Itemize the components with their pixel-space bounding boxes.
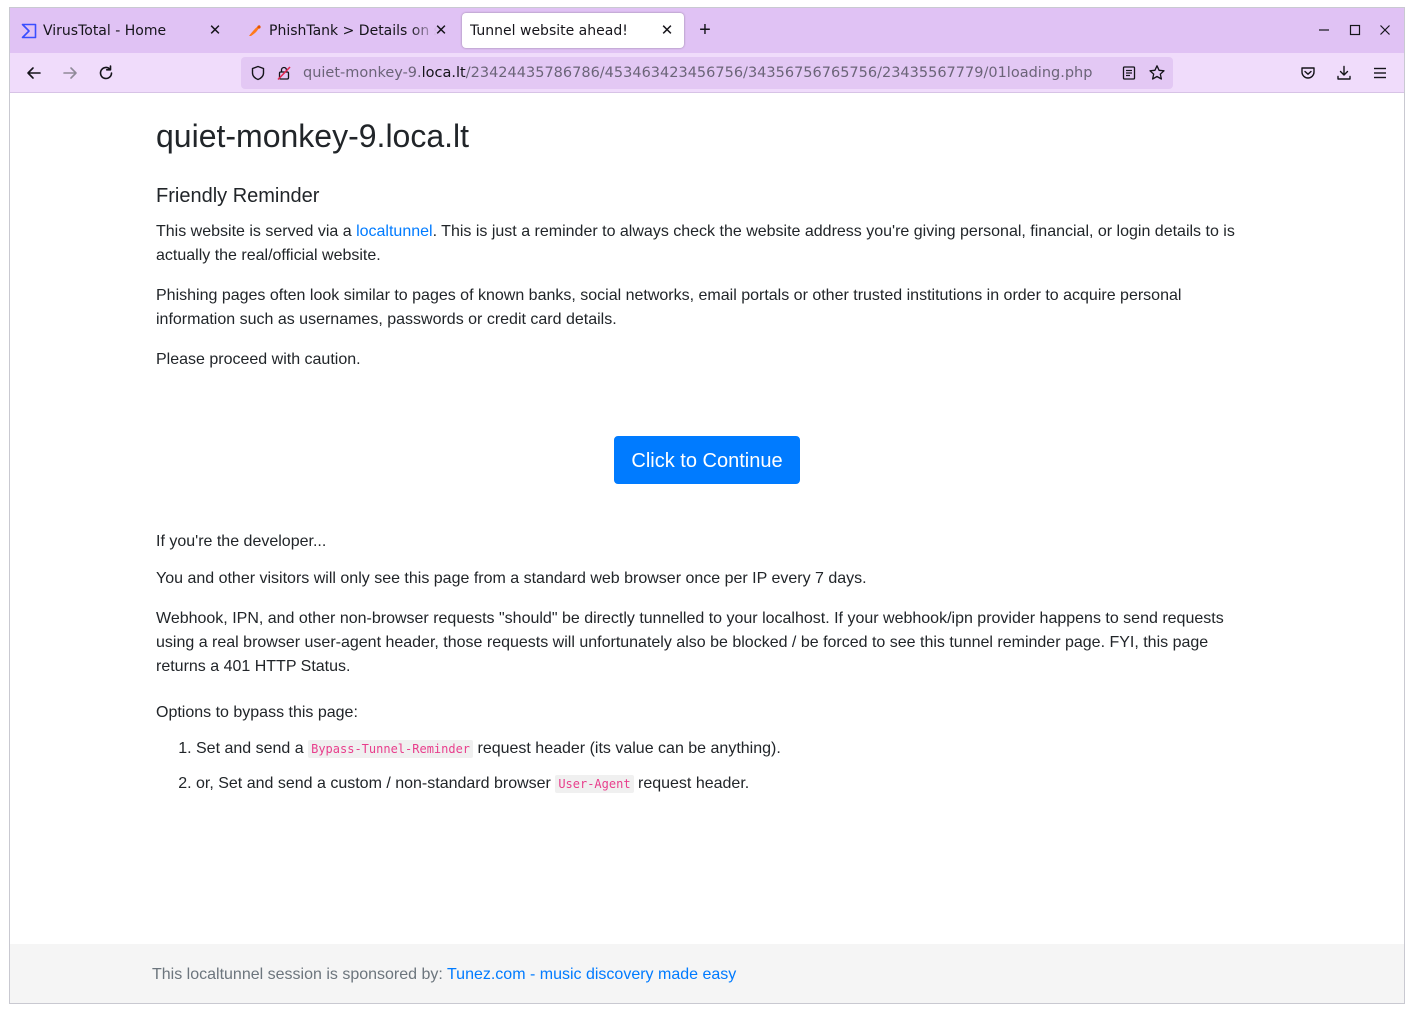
close-tab-icon[interactable]: ✕ xyxy=(206,21,224,39)
reload-icon[interactable] xyxy=(95,62,117,84)
tab-title: VirusTotal - Home xyxy=(43,22,167,39)
minimize-icon[interactable] xyxy=(1315,21,1333,39)
bypass-options-list: Set and send a Bypass-Tunnel-Reminder re… xyxy=(156,737,781,807)
reader-view-icon[interactable] xyxy=(1120,64,1138,82)
page-content: quiet-monkey-9.loca.lt Friendly Reminder… xyxy=(10,94,1404,1003)
url-host: loca.lt xyxy=(421,65,466,81)
bookmark-star-icon[interactable] xyxy=(1148,64,1166,82)
list-item: or, Set and send a custom / non-standard… xyxy=(196,772,781,796)
intro-text: This website is served via a xyxy=(156,223,357,240)
phishing-paragraph: Phishing pages often look similar to pag… xyxy=(156,287,1182,328)
developer-heading: If you're the developer... xyxy=(156,533,327,550)
forward-arrow-icon[interactable] xyxy=(59,62,81,84)
code-snippet: Bypass-Tunnel-Reminder xyxy=(308,740,474,758)
option-text-rest: request header (its value can be anythin… xyxy=(473,740,781,757)
tab-phishtank[interactable]: PhishTank > Details on suspected phish ✕ xyxy=(236,13,458,48)
tab-strip: VirusTotal - Home ✕ PhishTank > Details … xyxy=(10,8,1404,53)
option-text: Set and send a xyxy=(196,740,309,757)
option-text-rest: request header. xyxy=(633,775,750,792)
close-tab-icon[interactable]: ✕ xyxy=(658,21,676,39)
page-title: quiet-monkey-9.loca.lt xyxy=(156,118,470,154)
insecure-lock-icon[interactable] xyxy=(275,64,293,82)
footer-text: This localtunnel session is sponsored by… xyxy=(152,963,736,987)
sponsor-footer: This localtunnel session is sponsored by… xyxy=(10,944,1404,1003)
navigation-toolbar: quiet-monkey-9.loca.lt/23424435786786/45… xyxy=(10,53,1404,93)
tab-tunnel[interactable]: Tunnel website ahead! ✕ xyxy=(462,13,684,48)
footer-label: This localtunnel session is sponsored by… xyxy=(152,966,447,983)
tab-title: PhishTank > Details on suspected phish xyxy=(269,22,437,39)
pocket-icon[interactable] xyxy=(1297,62,1319,84)
url-text[interactable]: quiet-monkey-9.loca.lt/23424435786786/45… xyxy=(303,65,1092,81)
shield-icon[interactable] xyxy=(249,64,267,82)
intro-paragraph: This website is served via a localtunnel… xyxy=(156,220,1246,268)
virustotal-icon xyxy=(21,23,37,39)
url-path: /23424435786786/453463423456756/34356756… xyxy=(465,65,1093,81)
localtunnel-link[interactable]: localtunnel xyxy=(356,223,433,240)
tab-title: Tunnel website ahead! xyxy=(470,22,628,39)
close-window-icon[interactable] xyxy=(1376,21,1394,39)
url-bar[interactable]: quiet-monkey-9.loca.lt/23424435786786/45… xyxy=(241,57,1173,89)
tab-virustotal[interactable]: VirusTotal - Home ✕ xyxy=(10,13,232,48)
option-text: or, Set and send a custom / non-standard… xyxy=(196,775,556,792)
code-snippet: User-Agent xyxy=(555,775,634,793)
reminder-heading: Friendly Reminder xyxy=(156,185,320,207)
sponsor-link[interactable]: Tunez.com - music discovery made easy xyxy=(447,966,736,983)
close-tab-icon[interactable]: ✕ xyxy=(432,21,450,39)
webhook-paragraph: Webhook, IPN, and other non-browser requ… xyxy=(156,610,1224,675)
maximize-icon[interactable] xyxy=(1346,21,1364,39)
menu-icon[interactable] xyxy=(1369,62,1391,84)
browser-window: VirusTotal - Home ✕ PhishTank > Details … xyxy=(9,7,1405,1004)
caution-paragraph: Please proceed with caution. xyxy=(156,351,361,368)
developer-paragraph: You and other visitors will only see thi… xyxy=(156,570,867,587)
continue-button[interactable]: Click to Continue xyxy=(614,436,800,484)
options-heading: Options to bypass this page: xyxy=(156,704,358,721)
downloads-icon[interactable] xyxy=(1333,62,1355,84)
back-arrow-icon[interactable] xyxy=(23,62,45,84)
phishtank-icon xyxy=(247,23,263,39)
url-prefix: quiet-monkey-9. xyxy=(303,65,422,81)
new-tab-icon[interactable]: + xyxy=(694,19,716,41)
list-item: Set and send a Bypass-Tunnel-Reminder re… xyxy=(196,737,781,761)
